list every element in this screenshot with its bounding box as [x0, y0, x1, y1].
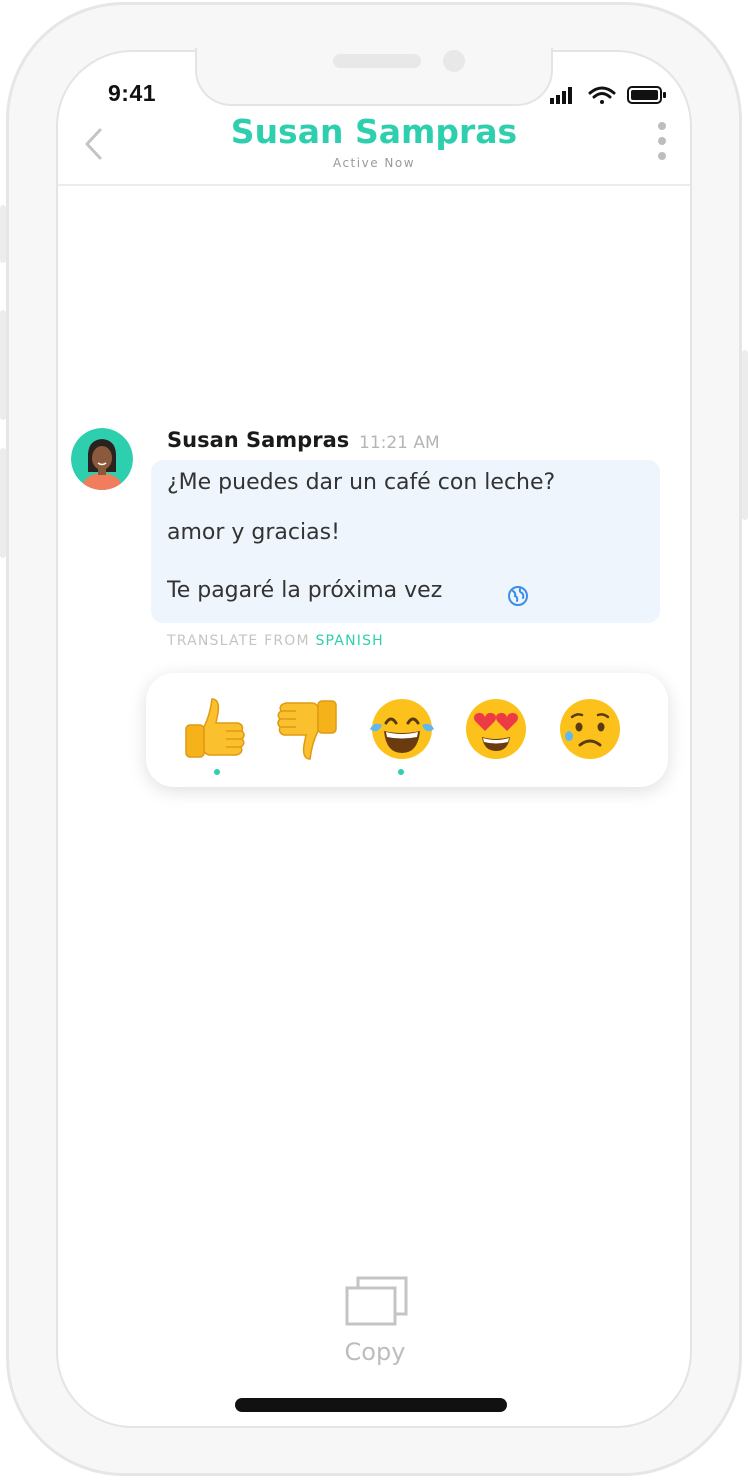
reaction-selected-indicator [398, 769, 404, 775]
sender-name: Susan Sampras [167, 428, 350, 452]
speaker [333, 54, 421, 68]
more-dot [658, 122, 666, 130]
message-bubble[interactable]: ¿Me puedes dar un café con leche? amor y… [151, 460, 660, 623]
avatar[interactable] [71, 428, 133, 490]
battery-icon [627, 86, 666, 104]
copy-icon [345, 1276, 408, 1326]
signal-icon [550, 87, 572, 104]
side-button [0, 448, 6, 558]
message-line: Te pagaré la próxima vez [167, 578, 443, 603]
more-options-button[interactable] [650, 122, 674, 166]
translate-prefix: TRANSLATE FROM [167, 633, 310, 649]
home-indicator[interactable] [235, 1398, 507, 1412]
side-button [742, 350, 748, 520]
message-line: ¿Me puedes dar un café con leche? [167, 470, 556, 495]
tears-of-joy-emoji-icon[interactable] [364, 691, 440, 767]
globe-icon[interactable] [507, 585, 529, 607]
side-button [0, 205, 6, 263]
message-timestamp: 11:21 AM [359, 433, 440, 453]
translate-link[interactable]: TRANSLATE FROM SPANISH [167, 633, 384, 649]
thumbs-up-emoji-icon[interactable] [176, 691, 252, 767]
camera [443, 50, 465, 72]
message-line: amor y gracias! [167, 520, 340, 545]
more-dot [658, 137, 666, 145]
side-button [0, 310, 6, 420]
active-status: Active Now [332, 156, 416, 170]
translate-language[interactable]: SPANISH [315, 633, 383, 649]
heart-eyes-emoji-icon[interactable] [458, 691, 534, 767]
more-dot [658, 152, 666, 160]
copy-label: Copy [344, 1338, 406, 1366]
reaction-selected-indicator [214, 769, 220, 775]
thumbs-down-emoji-icon[interactable] [270, 691, 346, 767]
wifi-icon [588, 86, 616, 104]
header-divider [58, 184, 690, 186]
reaction-bar [146, 673, 668, 787]
contact-name-title: Susan Sampras [230, 112, 518, 151]
copy-button[interactable]: Copy [330, 1272, 420, 1382]
status-time: 9:41 [108, 80, 157, 106]
sad-sweat-emoji-icon[interactable] [552, 691, 628, 767]
status-icons [550, 86, 666, 104]
